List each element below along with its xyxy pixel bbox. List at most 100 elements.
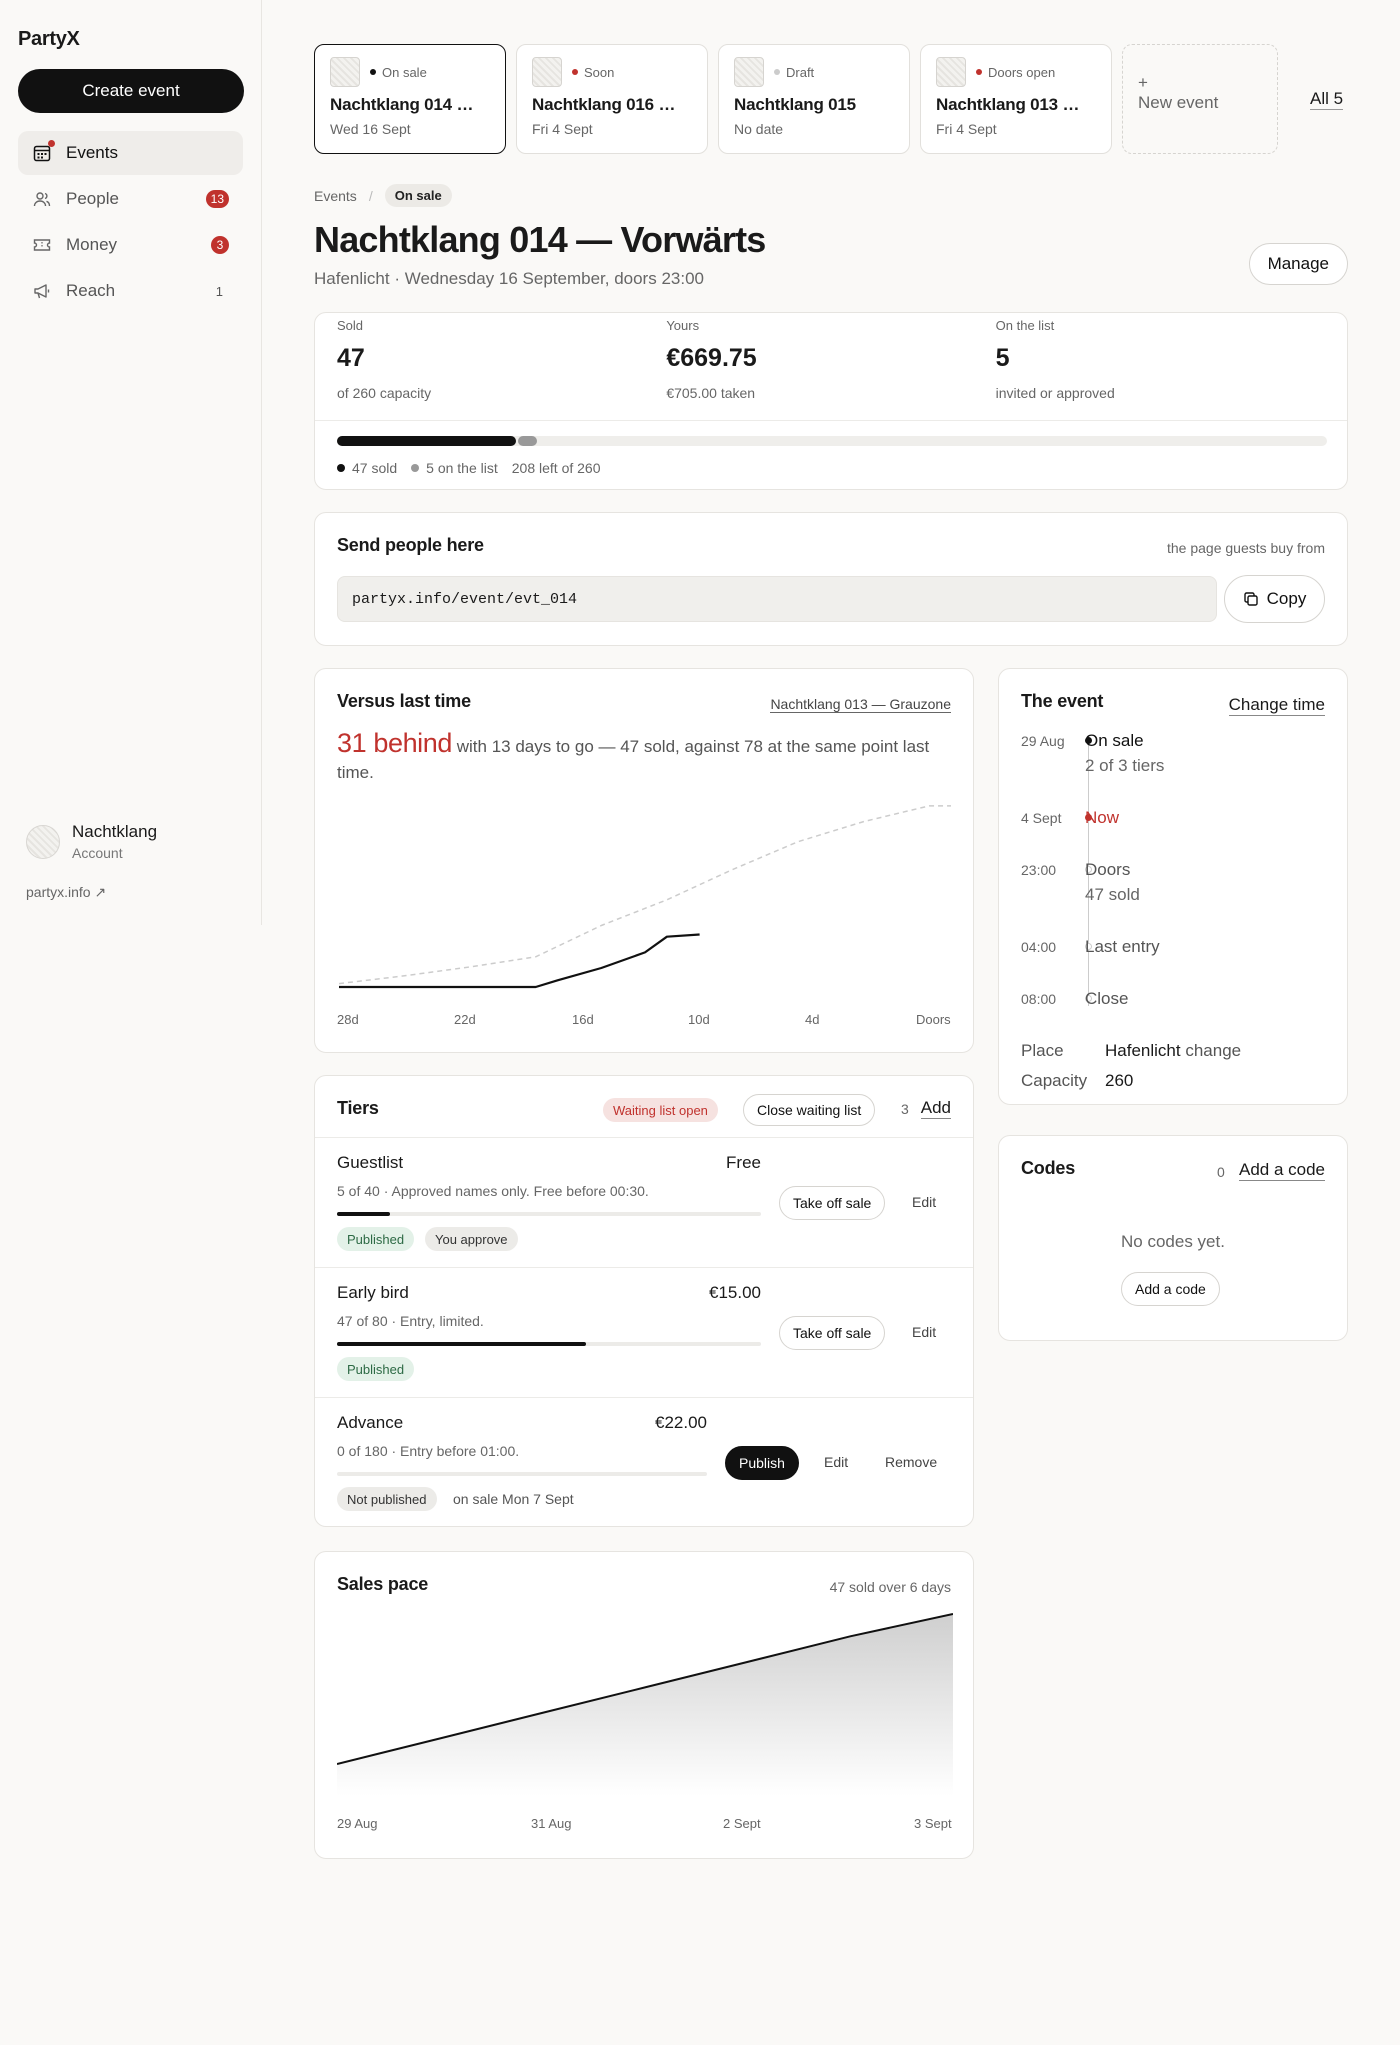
tier-row: Advance €22.00 0 of 180 · Entry before 0… [315, 1398, 973, 1528]
sidebar-item-money[interactable]: Money 3 [18, 223, 243, 267]
event-switcher: On sale Nachtklang 014 — Vorwärts Wed 16… [314, 44, 1348, 154]
timeline-time: 04:00 [1021, 939, 1057, 955]
event-url-field[interactable]: partyx.info/event/evt_014 [337, 576, 1217, 622]
people-badge: 13 [205, 190, 229, 208]
copy-icon [1243, 592, 1258, 606]
add-code-link[interactable]: Add a code [1238, 1160, 1325, 1181]
manage-button[interactable]: Manage [1248, 243, 1348, 285]
timeline-label: Now [1085, 808, 1120, 827]
stat-value: €669.75 [666, 344, 757, 372]
event-name: Nachtklang 015 [734, 95, 856, 114]
new-event-button[interactable]: + New event [1122, 44, 1278, 154]
all-events-link[interactable]: All 5 [1310, 89, 1344, 110]
event-name: Nachtklang 013 — Grauzone [936, 95, 1096, 114]
tier-progress [337, 1472, 707, 1476]
edit-tier-link[interactable]: Edit [824, 1454, 848, 1470]
public-site-link[interactable]: partyx.info ↗ [26, 884, 106, 901]
place-value: Hafenlicht [1105, 1041, 1181, 1060]
timeline-label: Doors [1085, 860, 1131, 879]
sidebar-item-reach[interactable]: Reach 1 [18, 269, 243, 313]
new-event-label: New event [1138, 93, 1219, 112]
stat-yours: Yours €669.75 €705.00 taken [666, 317, 995, 420]
tier-description: 47 of 80 · Entry, limited. [337, 1313, 484, 1329]
status-badge: On sale [384, 184, 452, 207]
x-tick-label: 2 Sept [723, 1816, 761, 1831]
stat-on-list: On the list 5 invited or approved [996, 317, 1325, 420]
tiers-header: Tiers Waiting list open Close waiting li… [315, 1076, 973, 1138]
main-content: On sale Nachtklang 014 — Vorwärts Wed 16… [314, 44, 1348, 1859]
timeline-time: 29 Aug [1021, 733, 1065, 749]
sidebar: PartyX Create event Events People 13 Mon… [0, 0, 262, 925]
create-event-button[interactable]: Create event [18, 69, 244, 113]
account-role: Account [72, 845, 123, 861]
event-date: Wed 16 Sept [330, 121, 411, 137]
stat-label: Sold [337, 318, 364, 333]
sidebar-item-people[interactable]: People 13 [18, 177, 243, 221]
event-date: Fri 4 Sept [936, 121, 997, 137]
edit-tier-link[interactable]: Edit [912, 1194, 936, 1210]
copy-label: Copy [1266, 589, 1307, 608]
people-icon [32, 189, 52, 209]
x-tick-label: 4d [805, 1012, 820, 1027]
publish-button[interactable]: Publish [725, 1446, 799, 1480]
capacity-label: Capacity [1021, 1071, 1088, 1090]
timeline-time: 23:00 [1021, 862, 1057, 878]
calendar-icon [32, 140, 55, 163]
tier-description: 0 of 180 · Entry before 01:00. [337, 1443, 520, 1459]
versus-last-time-card: Versus last time Nachtklang 013 — Grauzo… [314, 668, 974, 1053]
remove-tier-link[interactable]: Remove [885, 1454, 937, 1470]
tier-progress-fill [337, 1342, 587, 1346]
change-time-link[interactable]: Change time [1228, 695, 1325, 716]
account-switcher[interactable]: Nachtklang Account [26, 822, 157, 861]
account-name: Nachtklang [72, 822, 158, 841]
add-tier-link[interactable]: Add [920, 1098, 951, 1119]
notification-dot [48, 140, 55, 147]
stat-sub: €705.00 taken [666, 385, 756, 401]
sidebar-item-events[interactable]: Events [18, 131, 243, 175]
tier-progress [337, 1342, 761, 1346]
tier-name: Advance [337, 1413, 404, 1432]
share-link-card: Send people here the page guests buy fro… [314, 512, 1348, 646]
brand-logo[interactable]: PartyX [18, 28, 243, 51]
tier-description: 5 of 40 · Approved names only. Free befo… [337, 1183, 649, 1199]
event-date: No date [734, 121, 784, 137]
event-tab[interactable]: Doors open Nachtklang 013 — Grauzone Fri… [920, 44, 1112, 154]
avatar [26, 824, 60, 859]
change-place-link[interactable]: change [1185, 1041, 1241, 1061]
card-note: 47 sold over 6 days [829, 1579, 951, 1595]
copy-button[interactable]: Copy [1224, 575, 1325, 623]
timeline-time: 08:00 [1021, 991, 1057, 1007]
published-chip: Published [337, 1357, 415, 1381]
ticket-icon [32, 235, 52, 255]
compare-event-link[interactable]: Nachtklang 013 — Grauzone [770, 696, 951, 713]
edit-tier-link[interactable]: Edit [912, 1324, 936, 1340]
on-sale-date: on sale Mon 7 Sept [453, 1491, 574, 1507]
timeline-row: 04:00 Last entry [1021, 937, 1160, 957]
add-code-button[interactable]: Add a code [1121, 1272, 1220, 1306]
close-waiting-list-button[interactable]: Close waiting list [743, 1094, 876, 1126]
status-dot [370, 69, 376, 75]
event-tab[interactable]: Soon Nachtklang 016 — Helix Fri 4 Sept [516, 44, 708, 154]
capacity-legend: 47 sold 5 on the list 208 left of 260 [337, 460, 601, 476]
event-thumbnail [936, 57, 966, 87]
breadcrumb-events[interactable]: Events [314, 188, 357, 204]
tiers-card: Tiers Waiting list open Close waiting li… [314, 1075, 974, 1527]
x-tick-label: Doors [916, 1012, 951, 1027]
legend-list: 5 on the list [426, 460, 498, 476]
sidebar-item-label: Events [66, 143, 118, 162]
legend-left: 208 left of 260 [511, 460, 601, 476]
event-tab[interactable]: Draft Nachtklang 015 No date [718, 44, 910, 154]
x-tick-label: 31 Aug [531, 1816, 572, 1831]
breadcrumb: Events / On sale [314, 184, 1348, 207]
take-off-sale-button[interactable]: Take off sale [779, 1186, 886, 1220]
event-thumbnail [734, 57, 764, 87]
stat-label: On the list [995, 318, 1055, 333]
take-off-sale-button[interactable]: Take off sale [779, 1316, 886, 1350]
tier-progress-fill [337, 1212, 390, 1216]
capacity-bar-list [517, 436, 537, 446]
timeline-label: Close [1085, 989, 1129, 1008]
event-tab[interactable]: On sale Nachtklang 014 — Vorwärts Wed 16… [314, 44, 506, 154]
timeline-sub: 47 sold [1085, 885, 1140, 904]
waiting-list-badge: Waiting list open [603, 1098, 718, 1122]
timeline-row: 4 Sept Now [1021, 808, 1119, 828]
